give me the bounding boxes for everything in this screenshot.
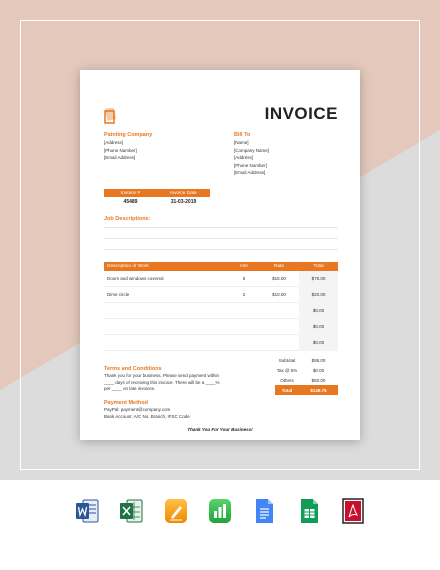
- row-rate: $15.00: [272, 276, 286, 281]
- terms-line-1: Thank you for your business. Please send…: [104, 373, 220, 378]
- total-value: $149.75: [310, 387, 327, 393]
- company-name: Painting Company: [104, 132, 153, 138]
- word-icon[interactable]: [75, 497, 99, 525]
- tax-row: Tax @ 5% $0.00: [275, 365, 338, 375]
- invoice-title: INVOICE: [264, 104, 338, 123]
- company-address: [Address]: [104, 140, 124, 145]
- row-description: Doors and windows covered: [107, 276, 164, 281]
- row-total: $0.00: [299, 302, 338, 319]
- subtotal-row: Subtotal $95.00: [275, 355, 338, 365]
- bill-to-address: [Address]: [234, 155, 254, 160]
- invoice-date-header: Invoice Date: [170, 190, 197, 196]
- row-rate: $10.00: [272, 292, 286, 297]
- others-row: Others $50.00: [275, 375, 338, 385]
- google-sheets-icon[interactable]: [297, 497, 321, 525]
- bill-to-details: [Name] [Company Name] [Address] [Phone N…: [234, 139, 269, 177]
- invoice-meta-row: 45489 31-03-2019: [104, 197, 210, 207]
- table-row: Doors and windows covered 5 $15.00 $75.0…: [104, 270, 338, 287]
- bill-to-name: [Name]: [234, 140, 249, 145]
- header-rate: Rate: [273, 264, 285, 269]
- bill-to-label: Bill To: [234, 132, 251, 138]
- work-table-body: Doors and windows covered 5 $15.00 $75.0…: [104, 270, 338, 351]
- row-hrs: 2: [242, 292, 246, 297]
- invoice-page: INVOICE Painting Company [Address] [Phon…: [80, 70, 360, 440]
- numbers-icon[interactable]: [208, 497, 232, 525]
- excel-icon[interactable]: [119, 497, 143, 525]
- company-email: [Email Address]: [104, 155, 136, 160]
- payment-method-label: Payment Method: [104, 400, 149, 406]
- row-total: $0.00: [299, 318, 338, 335]
- company-logo-icon: [104, 108, 116, 124]
- table-row: $0.00: [104, 302, 338, 319]
- company-details: [Address] [Phone Number] [Email Address]: [104, 139, 137, 162]
- subtotal-label: Subtotal: [278, 357, 296, 363]
- others-value: $50.00: [311, 377, 326, 383]
- invoice-date-value: 31-03-2019: [170, 199, 197, 205]
- tax-value: $0.00: [312, 367, 325, 373]
- row-total: $20.00: [299, 286, 338, 303]
- table-row: $0.00: [104, 318, 338, 335]
- others-label: Others: [280, 377, 294, 383]
- table-row: Dime circle 2 $10.00 $20.00: [104, 286, 338, 303]
- thank-you-note: Thank You For Your Business!: [187, 427, 253, 432]
- row-description: Dime circle: [107, 292, 130, 297]
- invoice-meta-table: Invoice # Invoice Date 45489 31-03-2019: [104, 189, 210, 207]
- company-phone: [Phone Number]: [104, 147, 137, 153]
- table-row: $0.00: [104, 334, 338, 351]
- summary-table: Subtotal $95.00 Tax @ 5% $0.00 Others $5…: [275, 355, 338, 395]
- format-icons-bar: [75, 497, 365, 527]
- job-descriptions-label: Job Descriptions:: [104, 216, 151, 222]
- bill-to-company: [Company Name]: [234, 147, 270, 153]
- header-description: Description of Work: [107, 264, 149, 269]
- bill-to-phone: [Phone Number]: [234, 162, 267, 168]
- header-total: Total: [313, 264, 324, 269]
- pages-icon[interactable]: [164, 497, 188, 525]
- bill-to-email: [Email Address]: [234, 170, 266, 175]
- header-hrs: Hrs: [240, 264, 248, 269]
- invoice-number-value: 45489: [123, 199, 138, 205]
- job-line-1: [104, 227, 338, 228]
- row-hrs: 5: [242, 276, 246, 281]
- terms-line-3: per ____ on late invoices.: [104, 386, 156, 391]
- row-total: $0.00: [299, 334, 338, 351]
- job-line-3: [104, 249, 338, 250]
- pdf-icon[interactable]: [341, 497, 365, 525]
- invoice-meta-header: Invoice # Invoice Date: [104, 189, 210, 197]
- terms-label: Terms and Conditions: [104, 366, 162, 372]
- total-label: Total: [281, 387, 293, 393]
- invoice-number-header: Invoice #: [120, 190, 141, 196]
- google-docs-icon[interactable]: [252, 497, 276, 525]
- subtotal-value: $95.00: [311, 357, 326, 363]
- row-total: $75.00: [299, 270, 338, 287]
- job-line-2: [104, 238, 338, 239]
- total-row: Total $149.75: [275, 385, 338, 395]
- terms-text: Thank you for your business. Please send…: [104, 373, 219, 393]
- tax-label: Tax @ 5%: [276, 367, 298, 373]
- payment-details: PayPal: payment@company.com Bank Account…: [104, 407, 190, 420]
- payment-bank: Bank Account: A/C No. Branch, IFSC Code: [104, 413, 190, 419]
